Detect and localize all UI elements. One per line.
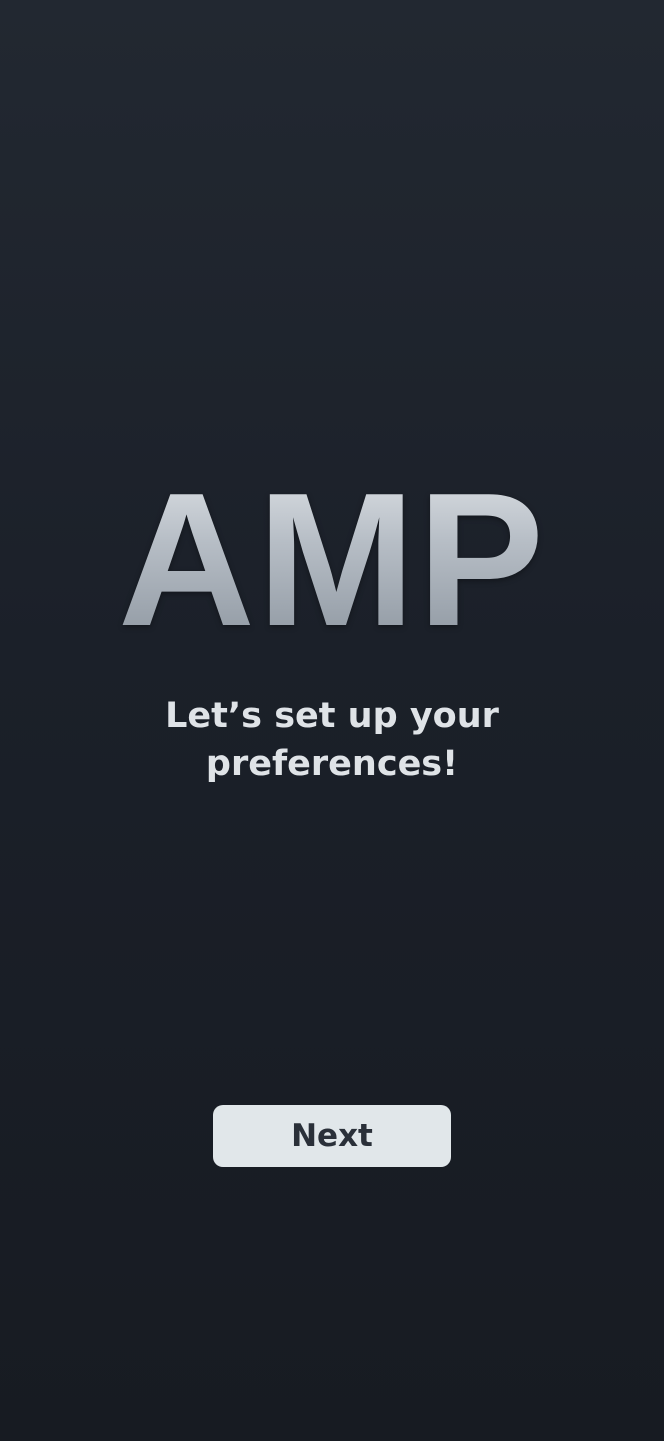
- app-logo: AMP: [0, 460, 664, 660]
- onboarding-headline: Let’s set up your preferences!: [0, 692, 664, 788]
- next-button[interactable]: Next: [213, 1105, 451, 1167]
- onboarding-screen: AMP Let’s set up your preferences! Next: [0, 0, 664, 1441]
- headline-line-1: Let’s set up your: [165, 696, 499, 736]
- headline-line-2: preferences!: [205, 744, 459, 784]
